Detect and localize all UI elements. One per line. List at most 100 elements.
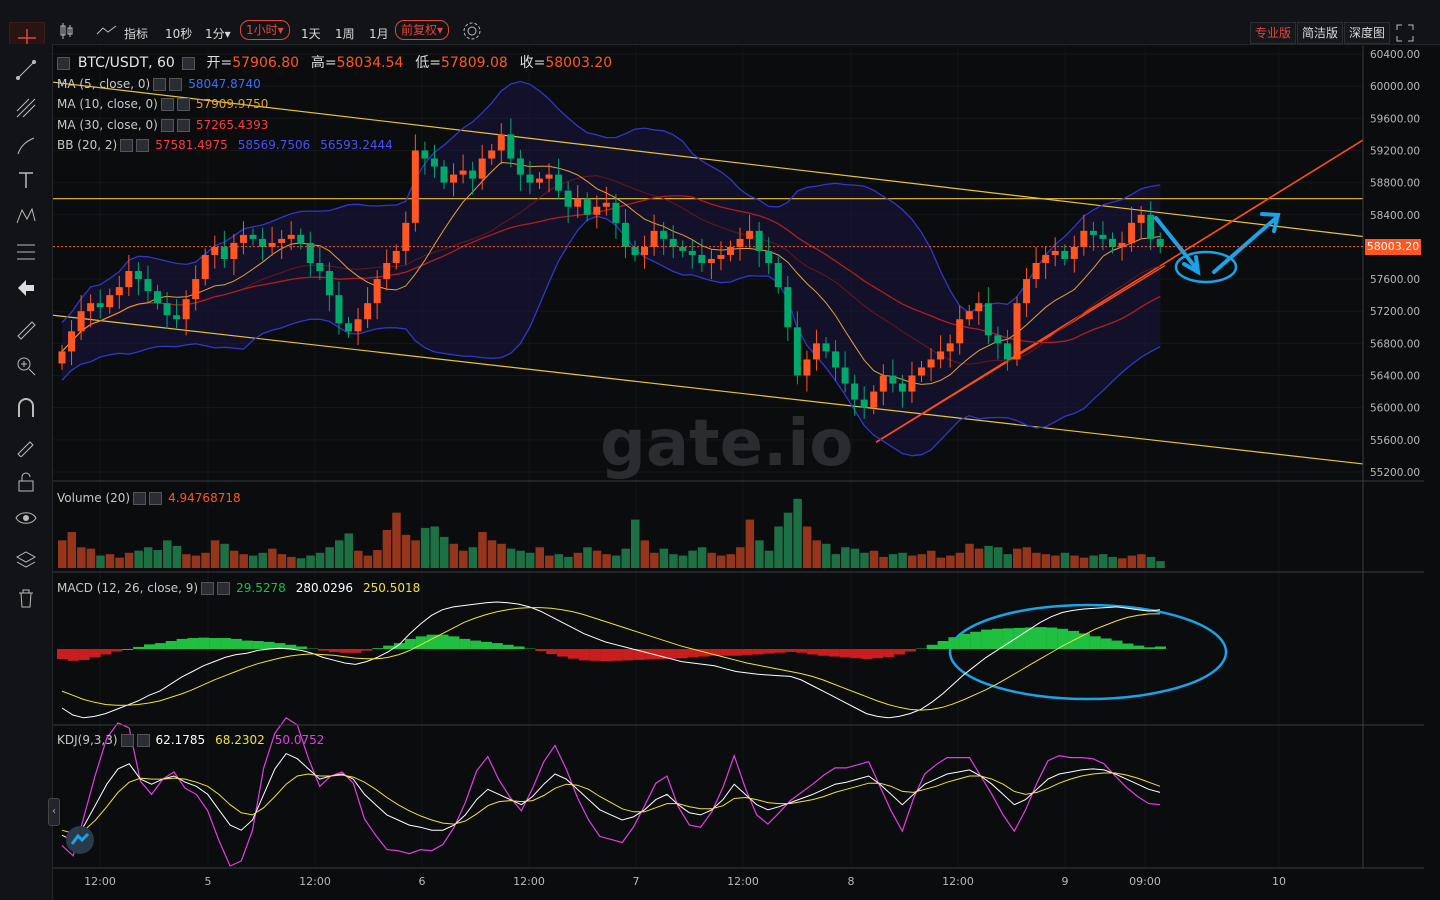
volume-settings-icon[interactable] <box>133 492 147 505</box>
candle-body <box>927 359 935 368</box>
volume-bar <box>946 555 955 568</box>
candle-body <box>507 134 515 159</box>
volume-bar <box>153 550 162 568</box>
ma10-label: MA (10, close, 0) <box>57 97 158 111</box>
time-tick-label: 12:00 <box>513 875 545 888</box>
time-tick-label: 12:00 <box>942 875 974 888</box>
candle-body <box>125 271 133 288</box>
candle-body <box>860 399 868 408</box>
volume-bar <box>583 547 592 568</box>
volume-bar <box>134 550 143 568</box>
kdj-settings-icon[interactable] <box>120 734 134 747</box>
volume-bar <box>487 540 497 568</box>
volume-bar <box>650 552 659 568</box>
settings-icon[interactable] <box>181 57 195 70</box>
macd-hist-bar <box>600 649 612 662</box>
volume-bar <box>124 552 134 568</box>
volume-bar <box>315 552 325 568</box>
macd-hist-bar <box>1046 627 1058 649</box>
kdj-legend: KDJ(9,3,3) 62.1785 68.2302 50.0752 <box>57 732 324 748</box>
volume-bar <box>268 548 277 568</box>
macd-hist-bar <box>470 640 482 649</box>
volume-bar <box>621 548 630 568</box>
macd-hist-bar <box>339 649 351 653</box>
ma10-settings-icon[interactable] <box>160 98 174 111</box>
time-tick-label: 5 <box>205 875 212 888</box>
candle-body <box>870 391 878 408</box>
volume-bar <box>841 547 850 568</box>
candle-body <box>163 303 171 316</box>
ma5-close-icon[interactable] <box>169 78 183 91</box>
candle-body <box>1051 250 1059 255</box>
ma5-settings-icon[interactable] <box>153 78 167 91</box>
ma5-value: 58047.8740 <box>188 77 261 91</box>
volume-close-icon[interactable] <box>149 492 163 505</box>
kdj-j-value: 50.0752 <box>274 733 325 747</box>
macd-hist-bar <box>241 640 253 649</box>
volume-bar <box>602 554 611 568</box>
ma30-close-icon[interactable] <box>176 119 190 132</box>
candle-body <box>478 158 486 179</box>
candle-body <box>1042 254 1050 263</box>
candle-body <box>1032 263 1040 280</box>
price-chart[interactable]: gate.io 1000 500.0000250.00000.0000-250.… <box>0 0 1440 900</box>
volume-bar <box>1070 555 1079 568</box>
macd-hist-bar <box>589 649 601 661</box>
candle-body <box>574 198 582 207</box>
ma10-close-icon[interactable] <box>176 98 190 111</box>
candle-body <box>822 343 830 352</box>
candle-body <box>430 158 438 167</box>
macd-hist-bar <box>1133 645 1145 649</box>
volume-bar <box>143 547 153 568</box>
price-tick-label: 57200.00 <box>1370 306 1420 318</box>
candle-body <box>345 323 352 332</box>
time-tick-label: 7 <box>633 875 640 888</box>
volume-bar <box>898 552 907 568</box>
volume-bar <box>774 526 783 568</box>
kdj-close-icon[interactable] <box>136 734 150 747</box>
volume-bar <box>440 536 449 568</box>
candle-body <box>918 367 925 376</box>
macd-hist-bar <box>448 636 460 649</box>
macd-close-icon[interactable] <box>217 582 231 595</box>
logo-badge <box>66 826 94 854</box>
macd-hist-bar <box>557 649 569 657</box>
macd-hist-bar <box>328 649 340 652</box>
volume-bar <box>545 555 554 568</box>
volume-bar <box>554 554 564 568</box>
candle-body <box>516 158 524 175</box>
bb-settings-icon[interactable] <box>120 139 134 152</box>
candle-body <box>239 234 247 243</box>
macd-hist-bar <box>230 638 242 649</box>
bb-close-icon[interactable] <box>136 139 150 152</box>
candle-body <box>555 174 563 191</box>
macd-hist-bar <box>459 638 471 649</box>
collapse-toolbar-button[interactable]: ‹ <box>48 798 60 826</box>
kdj-k-value: 62.1785 <box>155 733 206 747</box>
macd-hist-bar <box>111 649 123 652</box>
macd-hist-bar <box>480 641 492 649</box>
candle-body <box>1080 230 1088 247</box>
macd-hist-bar <box>502 644 514 649</box>
macd-hist-bar <box>1111 640 1123 649</box>
volume-bar <box>191 555 201 568</box>
price-tick-label: 58400.00 <box>1370 210 1420 222</box>
volume-bar <box>984 545 993 568</box>
macd-hist-bar <box>861 649 873 660</box>
price-tick-label: 57600.00 <box>1370 274 1420 286</box>
macd-hist-bar <box>883 649 895 658</box>
candle-body <box>230 242 238 259</box>
macd-hist-bar <box>926 644 938 649</box>
close-label: 收= <box>519 55 546 71</box>
macd-hist-bar <box>981 629 993 649</box>
macd-settings-icon[interactable] <box>201 582 215 595</box>
ma30-settings-icon[interactable] <box>160 119 174 132</box>
volume-bar <box>201 552 210 568</box>
candle-body <box>984 303 992 336</box>
candle-body <box>354 319 362 332</box>
macd-hist-bar <box>937 640 949 649</box>
candle-body <box>373 279 381 304</box>
collapse-icon[interactable] <box>57 57 70 70</box>
volume-bar <box>401 534 411 568</box>
candle-body <box>182 299 190 320</box>
